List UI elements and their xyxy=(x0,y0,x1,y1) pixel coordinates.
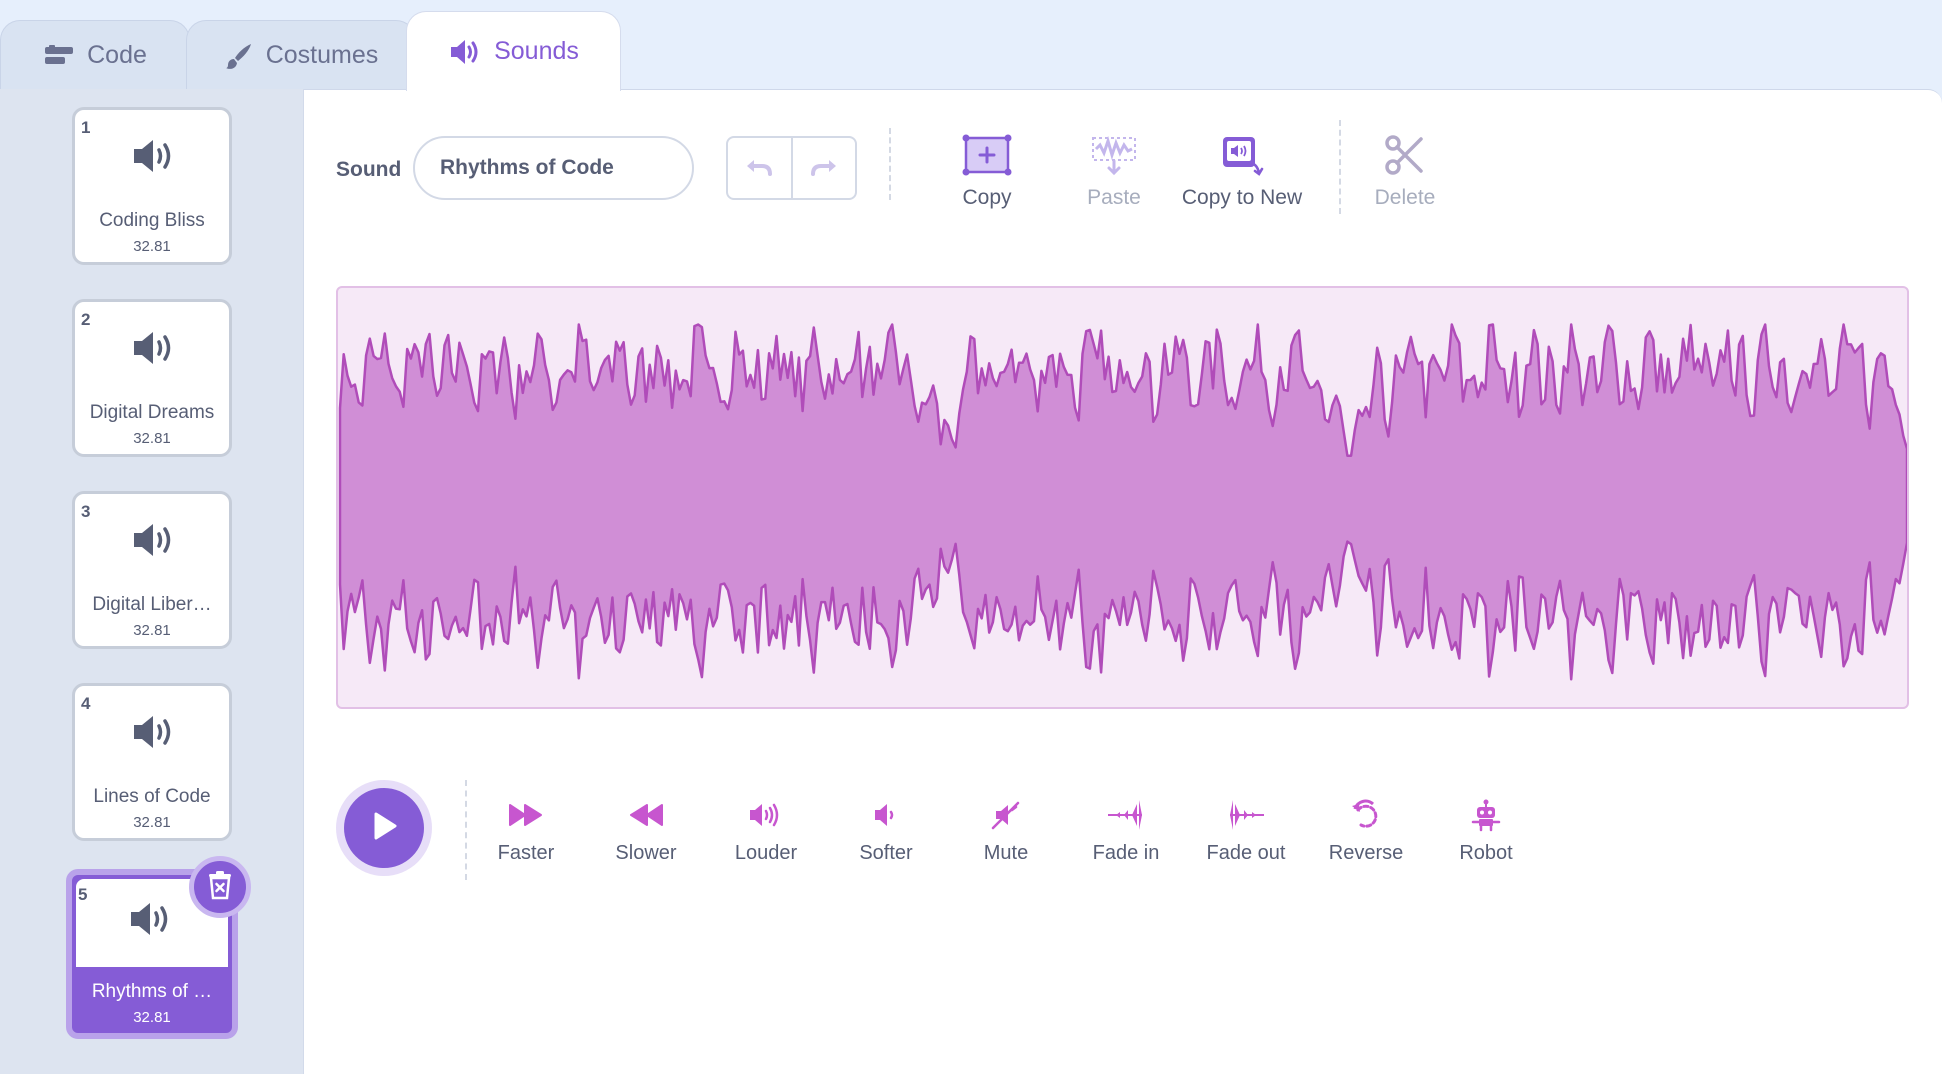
speaker-icon xyxy=(448,38,482,66)
sound-item-digital-dreams[interactable]: 2 Digital Dreams 32.81 xyxy=(72,299,232,457)
copy-selection-icon xyxy=(922,130,1052,180)
copy-button[interactable]: Copy xyxy=(922,130,1052,210)
redo-button[interactable] xyxy=(790,138,856,198)
paintbrush-icon xyxy=(224,41,254,71)
effect-label: Fade out xyxy=(1206,842,1286,864)
tab-costumes-label: Costumes xyxy=(265,41,379,69)
copy-to-new-button[interactable]: Copy to New xyxy=(1177,130,1307,210)
fade-in-icon xyxy=(1066,796,1186,834)
sound-name: Lines of Code xyxy=(93,786,211,807)
sound-name-label: Sound xyxy=(336,158,402,181)
sound-name: Coding Bliss xyxy=(99,210,205,231)
scissors-icon xyxy=(1340,130,1470,180)
speaker-icon xyxy=(130,520,178,565)
effect-mute-button[interactable]: Mute xyxy=(946,796,1066,865)
tab-costumes[interactable]: Costumes xyxy=(186,20,416,90)
sound-duration: 32.81 xyxy=(133,814,171,831)
effect-label: Reverse xyxy=(1328,842,1404,864)
play-icon xyxy=(370,811,398,846)
undo-button[interactable] xyxy=(728,138,791,198)
delete-button[interactable]: Delete xyxy=(1340,130,1470,210)
tab-code-label: Code xyxy=(87,41,147,69)
fade-out-icon xyxy=(1186,796,1306,834)
effect-label: Louder xyxy=(734,842,798,864)
rewind-icon xyxy=(586,796,706,834)
effect-label: Fade in xyxy=(1092,842,1160,864)
effect-fade-out-button[interactable]: Fade out xyxy=(1186,796,1306,865)
delete-label: Delete xyxy=(1374,186,1436,209)
paste-button[interactable]: Paste xyxy=(1049,130,1179,210)
sound-item-coding-bliss[interactable]: 1 Coding Bliss 32.81 xyxy=(72,107,232,265)
toolbar-divider xyxy=(889,128,891,200)
effect-slower-button[interactable]: Slower xyxy=(586,796,706,865)
sound-item-digital-liberty[interactable]: 3 Digital Liber… 32.81 xyxy=(72,491,232,649)
sound-number: 4 xyxy=(81,694,91,713)
robot-icon xyxy=(1426,796,1546,834)
speaker-icon xyxy=(130,712,178,757)
play-button-inner xyxy=(344,788,424,868)
louder-icon xyxy=(706,796,826,834)
tab-code[interactable]: Code xyxy=(0,20,190,90)
effect-label: Faster xyxy=(497,842,555,864)
paste-label: Paste xyxy=(1087,186,1141,209)
effect-robot-button[interactable]: Robot xyxy=(1426,796,1546,865)
effect-label: Robot xyxy=(1459,842,1513,864)
softer-icon xyxy=(826,796,946,834)
speaker-icon xyxy=(127,899,175,944)
sound-number: 3 xyxy=(81,502,91,521)
trash-icon xyxy=(207,870,233,905)
effect-label: Mute xyxy=(983,842,1029,864)
copy-to-new-icon xyxy=(1177,130,1307,180)
sound-name: Digital Dreams xyxy=(89,402,215,423)
sound-duration: 32.81 xyxy=(133,622,171,639)
undo-icon xyxy=(744,156,774,181)
effect-fade-in-button[interactable]: Fade in xyxy=(1066,796,1186,865)
fast-forward-icon xyxy=(466,796,586,834)
code-blocks-icon xyxy=(43,44,75,67)
waveform xyxy=(338,323,1907,681)
copy-label: Copy xyxy=(962,186,1012,209)
effect-louder-button[interactable]: Louder xyxy=(706,796,826,865)
tab-sounds[interactable]: Sounds xyxy=(406,11,621,91)
effect-faster-button[interactable]: Faster xyxy=(466,796,586,865)
effect-label: Slower xyxy=(615,842,677,864)
effect-reverse-button[interactable]: Reverse xyxy=(1306,796,1426,865)
paste-icon xyxy=(1049,130,1179,180)
reverse-icon xyxy=(1306,796,1426,834)
sound-duration: 32.81 xyxy=(133,238,171,255)
sound-name-input[interactable] xyxy=(413,136,694,200)
redo-icon xyxy=(809,156,839,181)
undo-redo-group xyxy=(726,136,857,200)
mute-icon xyxy=(946,796,1066,834)
play-button[interactable] xyxy=(336,780,432,876)
speaker-icon xyxy=(130,328,178,373)
sound-item-lines-of-code[interactable]: 4 Lines of Code 32.81 xyxy=(72,683,232,841)
sound-number: 2 xyxy=(81,310,91,329)
waveform-path xyxy=(338,323,1907,681)
sound-name: Digital Liber… xyxy=(92,594,212,615)
sound-duration: 32.81 xyxy=(133,1009,171,1026)
effect-softer-button[interactable]: Softer xyxy=(826,796,946,865)
speaker-icon xyxy=(130,136,178,181)
delete-sound-button[interactable] xyxy=(189,856,251,918)
sound-name: Rhythms of … xyxy=(91,981,213,1002)
sound-duration: 32.81 xyxy=(133,430,171,447)
sound-number: 1 xyxy=(81,118,91,137)
effect-label: Softer xyxy=(859,842,913,864)
waveform-display[interactable] xyxy=(336,286,1909,709)
sound-number: 5 xyxy=(78,885,88,904)
tab-sounds-label: Sounds xyxy=(494,37,579,65)
copy-to-new-label: Copy to New xyxy=(1181,186,1303,209)
